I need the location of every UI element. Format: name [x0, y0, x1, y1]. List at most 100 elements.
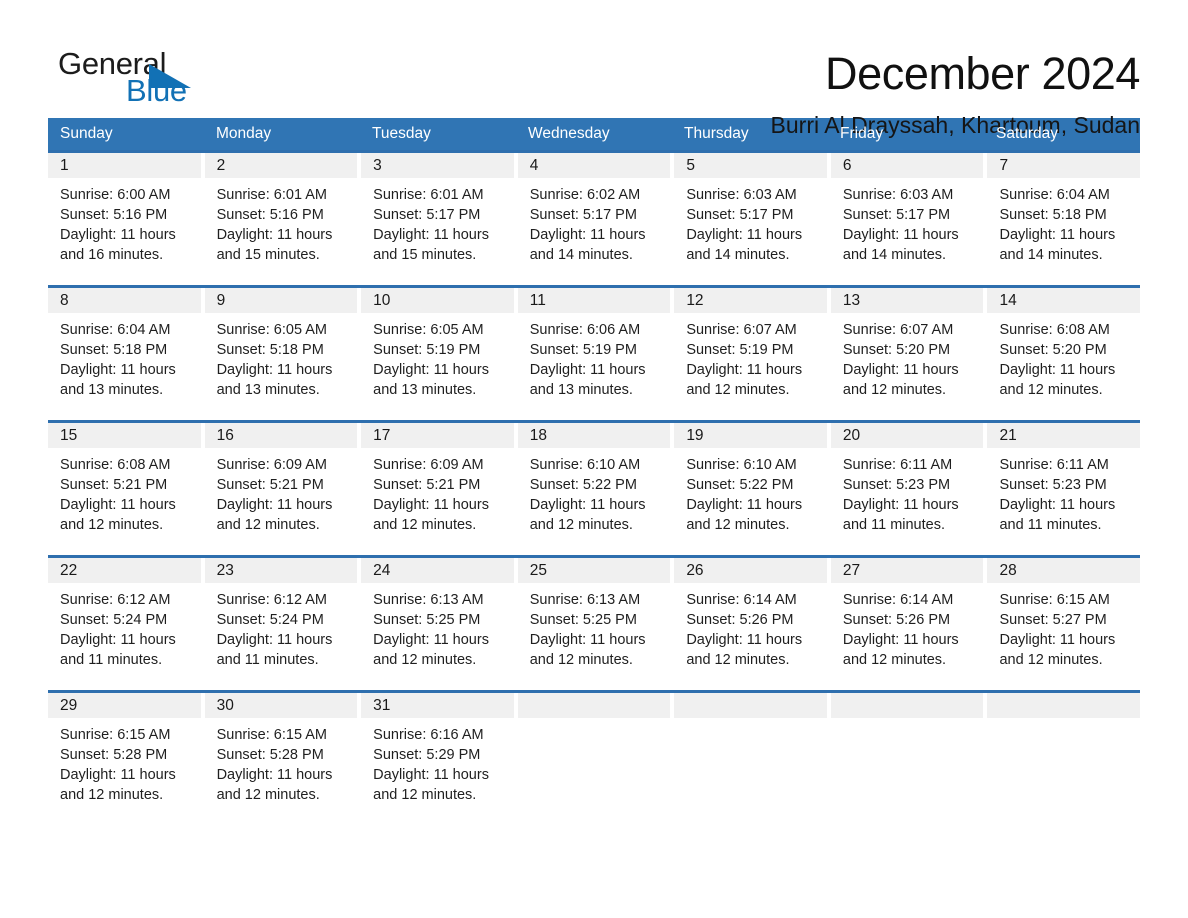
- day-number-5[interactable]: 5: [674, 153, 831, 178]
- sunrise-text: Sunrise: 6:12 AM: [60, 592, 171, 608]
- day-number-23[interactable]: 23: [204, 558, 362, 583]
- day-cell-30[interactable]: Sunrise: 6:15 AM Sunset: 5:28 PM Daylight:…: [205, 718, 362, 825]
- sunset-text: Sunset: 5:22 PM: [686, 477, 794, 493]
- day-number-13[interactable]: 13: [830, 288, 988, 313]
- day-cell-19[interactable]: Sunrise: 6:10 AM Sunset: 5:22 PM Daylight:…: [674, 448, 831, 555]
- day-number-18[interactable]: 18: [517, 423, 675, 448]
- day-number-9[interactable]: 9: [204, 288, 362, 313]
- day-cell-2[interactable]: Sunrise: 6:01 AM Sunset: 5:16 PM Daylight:…: [205, 178, 362, 285]
- sunrise-text: Sunrise: 6:03 AM: [842, 187, 954, 203]
- sunset-text: Sunset: 5:21 PM: [60, 477, 168, 493]
- day-number-10[interactable]: 10: [361, 288, 518, 313]
- day-number-1[interactable]: 1: [48, 153, 205, 178]
- day-cell-11[interactable]: Sunrise: 6:06 AM Sunset: 5:19 PM Daylight:…: [518, 313, 675, 420]
- day-cell-29[interactable]: Sunrise: 6:15 AM Sunset: 5:28 PM Daylight:…: [48, 718, 205, 825]
- day-cell-25[interactable]: Sunrise: 6:13 AM Sunset: 5:25 PM Daylight:…: [518, 583, 675, 690]
- sunrise-text: Sunrise: 6:00 AM: [60, 187, 171, 203]
- daylight-text-cont: and 12 minutes.: [999, 382, 1103, 398]
- day-number-25[interactable]: 25: [517, 558, 675, 583]
- day-cell-18[interactable]: Sunrise: 6:10 AM Sunset: 5:22 PM Daylight:…: [518, 448, 675, 555]
- sunrise-text: Sunrise: 6:09 AM: [373, 457, 484, 473]
- calendar-week-row: 8 9 10 11 12 13 14 Sunrise: 6:04 AM Sunset: 5:18…: [48, 285, 1141, 420]
- day-cell-16[interactable]: Sunrise: 6:09 AM Sunset: 5:21 PM Daylight:…: [205, 448, 362, 555]
- day-cell-24[interactable]: Sunrise: 6:13 AM Sunset: 5:25 PM Daylight:…: [361, 583, 518, 690]
- day-number-3[interactable]: 3: [361, 153, 518, 178]
- day-number-26[interactable]: 26: [674, 558, 831, 583]
- day-number-6[interactable]: 6: [830, 153, 988, 178]
- day-number-28[interactable]: 28: [987, 558, 1141, 583]
- sunset-text: Sunset: 5:29 PM: [373, 747, 481, 763]
- day-number-27[interactable]: 27: [830, 558, 988, 583]
- day-cell-31[interactable]: Sunrise: 6:16 AM Sunset: 5:29 PM Daylight:…: [361, 718, 518, 825]
- day-number-7[interactable]: 7: [987, 153, 1141, 178]
- day-number-21[interactable]: 21: [987, 423, 1141, 448]
- day-cell-9[interactable]: Sunrise: 6:05 AM Sunset: 5:18 PM Daylight:…: [205, 313, 362, 420]
- day-number-8[interactable]: 8: [48, 288, 205, 313]
- sunset-text: Sunset: 5:26 PM: [686, 612, 794, 628]
- day-cell-14[interactable]: Sunrise: 6:08 AM Sunset: 5:20 PM Daylight:…: [987, 313, 1140, 420]
- day-number-12[interactable]: 12: [674, 288, 831, 313]
- day-cell-7[interactable]: Sunrise: 6:04 AM Sunset: 5:18 PM Daylight:…: [987, 178, 1140, 285]
- day-number-11[interactable]: 11: [517, 288, 675, 313]
- day-number-4[interactable]: 4: [517, 153, 675, 178]
- daylight-text-cont: and 12 minutes.: [373, 517, 477, 533]
- day-number-2[interactable]: 2: [204, 153, 362, 178]
- daylight-text: Daylight: 11 hours: [999, 227, 1116, 243]
- day-cell-27[interactable]: Sunrise: 6:14 AM Sunset: 5:26 PM Daylight:…: [831, 583, 988, 690]
- day-cell-12[interactable]: Sunrise: 6:07 AM Sunset: 5:19 PM Daylight:…: [674, 313, 831, 420]
- day-number-16[interactable]: 16: [204, 423, 362, 448]
- day-cell-4[interactable]: Sunrise: 6:02 AM Sunset: 5:17 PM Daylight:…: [518, 178, 675, 285]
- sunrise-text: Sunrise: 6:07 AM: [842, 322, 954, 338]
- sunset-text: Sunset: 5:17 PM: [842, 207, 951, 223]
- day-number-14[interactable]: 14: [987, 288, 1141, 313]
- sunset-text: Sunset: 5:22 PM: [529, 477, 637, 493]
- daylight-text: Daylight: 11 hours: [60, 767, 176, 783]
- general-blue-logo[interactable]: General Blue: [48, 48, 248, 110]
- calendar-week-row: 29 30 31 Sunrise: 6:15 AM Sunset: 5:28 PM Day…: [48, 690, 1141, 825]
- day-cell-20[interactable]: Sunrise: 6:11 AM Sunset: 5:23 PM Daylight:…: [831, 448, 988, 555]
- daylight-text-cont: and 13 minutes.: [216, 382, 320, 398]
- sunset-text: Sunset: 5:19 PM: [529, 342, 637, 358]
- sunrise-text: Sunrise: 6:15 AM: [999, 592, 1110, 608]
- day-number-20[interactable]: 20: [830, 423, 988, 448]
- sunset-text: Sunset: 5:27 PM: [999, 612, 1107, 628]
- day-number-empty: [674, 693, 831, 718]
- sunset-text: Sunset: 5:28 PM: [216, 747, 324, 763]
- weekday-header-wednesday: Wednesday: [528, 125, 610, 142]
- day-number-17[interactable]: 17: [361, 423, 518, 448]
- day-cell-13[interactable]: Sunrise: 6:07 AM Sunset: 5:20 PM Daylight:…: [831, 313, 988, 420]
- calendar-week-row: 15 16 17 18 19 20 21 Sunrise: 6:08 AM Sunset: 5:…: [48, 420, 1141, 555]
- sunset-text: Sunset: 5:17 PM: [529, 207, 637, 223]
- day-number-strip: 29 30 31: [48, 693, 1141, 718]
- day-cell-3[interactable]: Sunrise: 6:01 AM Sunset: 5:17 PM Daylight:…: [361, 178, 518, 285]
- day-cell-5[interactable]: Sunrise: 6:03 AM Sunset: 5:17 PM Daylight:…: [674, 178, 831, 285]
- day-cell-1[interactable]: Sunrise: 6:00 AM Sunset: 5:16 PM Daylight:…: [48, 178, 205, 285]
- daylight-text-cont: and 12 minutes.: [686, 652, 790, 668]
- day-cell-21[interactable]: Sunrise: 6:11 AM Sunset: 5:23 PM Daylight:…: [987, 448, 1140, 555]
- sunrise-text: Sunrise: 6:01 AM: [216, 187, 327, 203]
- day-cell-10[interactable]: Sunrise: 6:05 AM Sunset: 5:19 PM Daylight:…: [361, 313, 518, 420]
- day-cell-6[interactable]: Sunrise: 6:03 AM Sunset: 5:17 PM Daylight:…: [831, 178, 988, 285]
- day-cell-15[interactable]: Sunrise: 6:08 AM Sunset: 5:21 PM Daylight:…: [48, 448, 205, 555]
- daylight-text-cont: and 12 minutes.: [842, 382, 947, 398]
- day-cell-22[interactable]: Sunrise: 6:12 AM Sunset: 5:24 PM Daylight:…: [48, 583, 205, 690]
- day-cell-28[interactable]: Sunrise: 6:15 AM Sunset: 5:27 PM Daylight:…: [987, 583, 1140, 690]
- day-cell-8[interactable]: Sunrise: 6:04 AM Sunset: 5:18 PM Daylight:…: [48, 313, 205, 420]
- day-number-22[interactable]: 22: [48, 558, 205, 583]
- day-cell-23[interactable]: Sunrise: 6:12 AM Sunset: 5:24 PM Daylight:…: [205, 583, 362, 690]
- day-number-15[interactable]: 15: [48, 423, 205, 448]
- day-number-30[interactable]: 30: [204, 693, 362, 718]
- day-number-31[interactable]: 31: [361, 693, 518, 718]
- daylight-text: Daylight: 11 hours: [216, 497, 333, 513]
- daylight-text-cont: and 13 minutes.: [373, 382, 477, 398]
- daylight-text: Daylight: 11 hours: [529, 497, 646, 513]
- day-number-24[interactable]: 24: [361, 558, 518, 583]
- daylight-text-cont: and 12 minutes.: [60, 517, 164, 533]
- day-number-29[interactable]: 29: [48, 693, 205, 718]
- calendar-table: Sunday Monday Tuesday Wednesday Thursday Frid…: [48, 118, 1141, 825]
- day-cell-26[interactable]: Sunrise: 6:14 AM Sunset: 5:26 PM Daylight:…: [674, 583, 831, 690]
- daylight-text: Daylight: 11 hours: [373, 362, 489, 378]
- sunset-text: Sunset: 5:18 PM: [999, 207, 1107, 223]
- day-number-19[interactable]: 19: [674, 423, 831, 448]
- day-cell-17[interactable]: Sunrise: 6:09 AM Sunset: 5:21 PM Daylight:…: [361, 448, 518, 555]
